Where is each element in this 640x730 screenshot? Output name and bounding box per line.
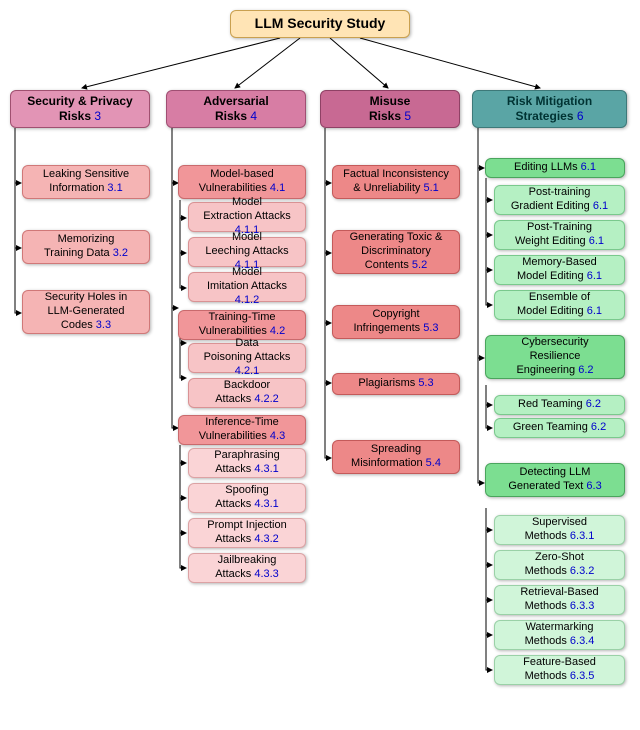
adv-par: ParaphrasingAttacks 4.3.1	[188, 448, 306, 478]
mis-toxic-ref: 5.2	[412, 259, 427, 271]
mit-fb-ref: 6.3.5	[570, 670, 594, 682]
mit-pwe-label: Post-TrainingWeight Editing	[515, 221, 592, 247]
sec-code-holes: Security Holes inLLM-GeneratedCodes 3.3	[22, 290, 150, 334]
mis-copyright-ref: 5.3	[423, 322, 438, 334]
root-node: LLM Security Study	[230, 10, 410, 38]
mit-gt-ref: 6.2	[591, 421, 606, 433]
mit-editing: Editing LLMs 6.1	[485, 158, 625, 178]
adv-jba: JailbreakingAttacks 4.3.3	[188, 553, 306, 583]
mit-wm: WatermarkingMethods 6.3.4	[494, 620, 625, 650]
sec-code-holes-ref: 3.3	[96, 319, 111, 331]
mit-pwe-ref: 6.1	[589, 235, 604, 247]
category-misuse-ref: 5	[404, 109, 411, 123]
mit-fb: Feature-BasedMethods 6.3.5	[494, 655, 625, 685]
adv-jba-ref: 4.3.3	[254, 568, 278, 580]
mit-gt-label: Green Teaming	[513, 421, 588, 433]
mis-plagiarism-label: Plagiarisms	[358, 377, 415, 389]
adv-mla-label: ModelLeeching Attacks	[205, 231, 288, 257]
mit-pwe: Post-TrainingWeight Editing 6.1	[494, 220, 625, 250]
mit-pge-ref: 6.1	[593, 200, 608, 212]
adv-mia-label: ModelImitation Attacks	[207, 266, 287, 292]
mit-dgt: Detecting LLMGenerated Text 6.3	[485, 463, 625, 497]
adv-mla: ModelLeeching Attacks 4.1.1	[188, 237, 306, 267]
mit-mbe-ref: 6.1	[587, 270, 602, 282]
category-misuse: MisuseRisks 5	[320, 90, 460, 128]
sec-memorizing-label: MemorizingTraining Data	[44, 233, 114, 259]
mit-gt: Green Teaming 6.2	[494, 418, 625, 438]
category-adversarial-ref: 4	[250, 109, 257, 123]
mit-rt-label: Red Teaming	[518, 398, 583, 410]
mit-zs: Zero-ShotMethods 6.3.2	[494, 550, 625, 580]
category-mitigation-ref: 6	[577, 109, 584, 123]
mit-editing-label: Editing LLMs	[514, 161, 578, 173]
sec-leaking-ref: 3.1	[107, 182, 122, 194]
mis-toxic: Generating Toxic &DiscriminatoryContents…	[332, 230, 460, 274]
mit-editing-ref: 6.1	[581, 161, 596, 173]
category-adversarial-label: AdversarialRisks	[203, 94, 268, 123]
adv-bda-ref: 4.2.2	[254, 393, 278, 405]
mis-toxic-label: Generating Toxic &DiscriminatoryContents	[350, 231, 443, 271]
mit-rb: Retrieval-BasedMethods 6.3.3	[494, 585, 625, 615]
sec-memorizing-ref: 3.2	[113, 247, 128, 259]
mis-copyright: CopyrightInfringements 5.3	[332, 305, 460, 339]
adv-bda: BackdoorAttacks 4.2.2	[188, 378, 306, 408]
mis-spreading-ref: 5.4	[426, 457, 441, 469]
category-security: Security & PrivacyRisks 3	[10, 90, 150, 128]
adv-mia: ModelImitation Attacks 4.1.2	[188, 272, 306, 302]
sec-code-holes-label: Security Holes inLLM-GeneratedCodes	[45, 291, 128, 331]
adv-pia-ref: 4.3.2	[254, 533, 278, 545]
mit-wm-ref: 6.3.4	[570, 635, 594, 647]
adv-mbv-ref: 4.1	[270, 182, 285, 194]
category-security-ref: 3	[94, 109, 101, 123]
adv-dpa: DataPoisoning Attacks 4.2.1	[188, 343, 306, 373]
mis-plagiarism-ref: 5.3	[418, 377, 433, 389]
mit-pge: Post-trainingGradient Editing 6.1	[494, 185, 625, 215]
mis-spreading-label: SpreadingMisinformation	[351, 443, 423, 469]
mit-eme: Ensemble ofModel Editing 6.1	[494, 290, 625, 320]
mit-dgt-ref: 6.3	[586, 480, 601, 492]
adv-dpa-ref: 4.2.1	[235, 365, 259, 377]
adv-itv-label: Inference-TimeVulnerabilities	[199, 416, 279, 442]
mit-zs-ref: 6.3.2	[570, 565, 594, 577]
adv-mbv: Model-basedVulnerabilities 4.1	[178, 165, 306, 199]
mit-eme-ref: 6.1	[587, 305, 602, 317]
adv-mbv-label: Model-basedVulnerabilities	[199, 168, 274, 194]
category-adversarial: AdversarialRisks 4	[166, 90, 306, 128]
mit-pge-label: Post-trainingGradient Editing	[511, 186, 591, 212]
mis-spreading: SpreadingMisinformation 5.4	[332, 440, 460, 474]
adv-pia: Prompt InjectionAttacks 4.3.2	[188, 518, 306, 548]
adv-ttv-ref: 4.2	[270, 325, 285, 337]
mis-copyright-label: CopyrightInfringements	[353, 308, 420, 334]
mit-cre-ref: 6.2	[578, 364, 593, 376]
mit-mbe: Memory-BasedModel Editing 6.1	[494, 255, 625, 285]
adv-ttv: Training-TimeVulnerabilities 4.2	[178, 310, 306, 340]
adv-itv-ref: 4.3	[270, 430, 285, 442]
adv-spo-ref: 4.3.1	[254, 498, 278, 510]
category-security-label: Security & PrivacyRisks	[27, 94, 132, 123]
mit-cre: CybersecurityResilienceEngineering 6.2	[485, 335, 625, 379]
mit-sup-ref: 6.3.1	[570, 530, 594, 542]
mit-rb-ref: 6.3.3	[570, 600, 594, 612]
root-title: LLM Security Study	[255, 15, 386, 33]
category-mitigation: Risk MitigationStrategies 6	[472, 90, 627, 128]
adv-mia-ref: 4.1.2	[235, 294, 259, 306]
adv-mea: ModelExtraction Attacks 4.1.1	[188, 202, 306, 232]
mis-factual: Factual Inconsistency& Unreliability 5.1	[332, 165, 460, 199]
adv-mea-label: ModelExtraction Attacks	[203, 196, 290, 222]
mit-rt: Red Teaming 6.2	[494, 395, 625, 415]
sec-memorizing: MemorizingTraining Data 3.2	[22, 230, 150, 264]
adv-par-ref: 4.3.1	[254, 463, 278, 475]
mit-mbe-label: Memory-BasedModel Editing	[517, 256, 597, 282]
mit-rt-ref: 6.2	[586, 398, 601, 410]
adv-spo: SpoofingAttacks 4.3.1	[188, 483, 306, 513]
adv-dpa-label: DataPoisoning Attacks	[204, 337, 291, 363]
mis-plagiarism: Plagiarisms 5.3	[332, 373, 460, 395]
mit-sup: SupervisedMethods 6.3.1	[494, 515, 625, 545]
sec-leaking: Leaking SensitiveInformation 3.1	[22, 165, 150, 199]
mit-dgt-label: Detecting LLMGenerated Text	[508, 466, 590, 492]
mis-factual-ref: 5.1	[424, 182, 439, 194]
adv-ttv-label: Training-TimeVulnerabilities	[199, 311, 276, 337]
adv-itv: Inference-TimeVulnerabilities 4.3	[178, 415, 306, 445]
mit-eme-label: Ensemble ofModel Editing	[517, 291, 590, 317]
